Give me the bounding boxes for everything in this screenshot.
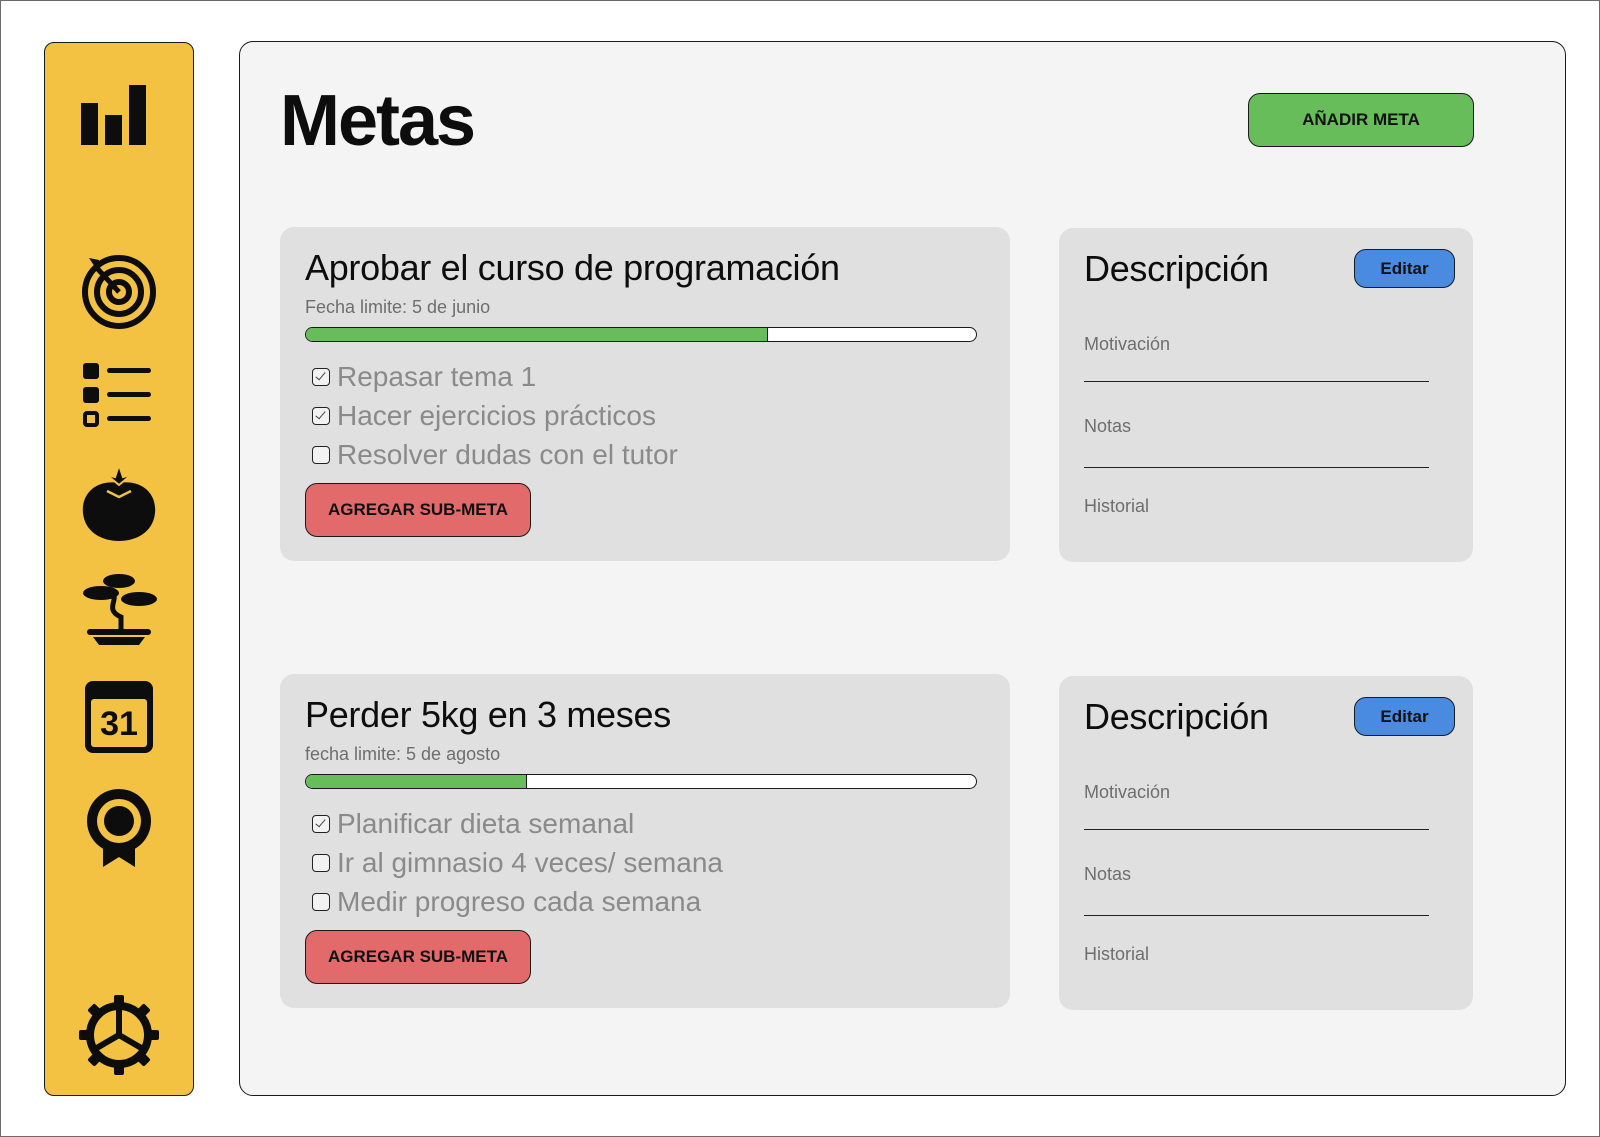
subgoal-checkbox[interactable] [312, 367, 330, 386]
subgoal-label: Hacer ejercicios prácticos [337, 399, 656, 431]
progress-fill [306, 328, 769, 341]
subgoal-checkbox[interactable] [312, 892, 330, 911]
subgoal-list: Repasar tema 1 Hacer ejercicios práctico… [312, 357, 678, 474]
subgoal-label: Ir al gimnasio 4 veces/ semana [337, 846, 723, 878]
description-card: Descripción Editar Motivación Notas Hist… [1059, 228, 1473, 562]
progress-bar [305, 774, 977, 789]
notes-field[interactable] [1084, 915, 1429, 916]
subgoal-label: Medir progreso cada semana [337, 885, 702, 917]
bonsai-icon [83, 574, 157, 645]
history-label[interactable]: Historial [1084, 496, 1149, 517]
add-subgoal-button[interactable]: AGREGAR SUB-META [305, 483, 531, 537]
subgoal-checkbox[interactable] [312, 406, 330, 425]
award-icon [87, 789, 151, 867]
main-panel: Metas AÑADIR META Aprobar el curso de pr… [239, 41, 1566, 1096]
subgoal-item[interactable]: Hacer ejercicios prácticos [312, 396, 678, 435]
sidebar-item-tasks[interactable] [77, 355, 161, 439]
subgoal-label: Resolver dudas con el tutor [337, 438, 678, 470]
description-title: Descripción [1084, 696, 1269, 737]
goal-card: Perder 5kg en 3 meses fecha limite: 5 de… [280, 674, 1010, 1008]
notes-field[interactable] [1084, 467, 1429, 468]
subgoal-list: Planificar dieta semanal Ir al gimnasio … [312, 804, 723, 921]
page-title: Metas [280, 81, 476, 161]
subgoal-item[interactable]: Planificar dieta semanal [312, 804, 723, 843]
sidebar-item-goals[interactable] [77, 248, 161, 332]
history-label[interactable]: Historial [1084, 944, 1149, 965]
tomato-icon [82, 461, 156, 541]
edit-button[interactable]: Editar [1354, 249, 1455, 288]
subgoal-item[interactable]: Repasar tema 1 [312, 357, 678, 396]
calendar-day-text: 31 [100, 705, 138, 743]
description-card: Descripción Editar Motivación Notas Hist… [1059, 676, 1473, 1010]
goal-title: Aprobar el curso de programación [305, 247, 840, 288]
sidebar-item-calendar[interactable]: 31 [77, 675, 161, 759]
subgoal-checkbox[interactable] [312, 445, 330, 464]
list-icon [83, 363, 151, 427]
calendar-icon: 31 [85, 681, 153, 753]
motivation-label: Motivación [1084, 782, 1171, 802]
goal-deadline: fecha limite: 5 de agosto [305, 744, 501, 764]
subgoal-checkbox[interactable] [312, 814, 330, 833]
notes-label: Notas [1084, 416, 1132, 436]
sidebar-item-stats[interactable] [77, 75, 161, 159]
notes-label: Notas [1084, 864, 1132, 884]
bar-chart-icon [81, 85, 146, 145]
sidebar: 31 [44, 42, 194, 1096]
motivation-field[interactable] [1084, 829, 1429, 830]
subgoal-label: Planificar dieta semanal [337, 807, 635, 839]
edit-button[interactable]: Editar [1354, 697, 1455, 736]
description-title: Descripción [1084, 248, 1269, 289]
subgoal-item[interactable]: Resolver dudas con el tutor [312, 435, 678, 474]
sidebar-item-pomodoro[interactable] [77, 461, 161, 545]
sidebar-item-settings[interactable] [77, 993, 161, 1077]
subgoal-checkbox[interactable] [312, 853, 330, 872]
subgoal-label: Repasar tema 1 [337, 360, 537, 392]
sidebar-item-achievements[interactable] [77, 785, 161, 869]
target-icon [82, 255, 156, 329]
sidebar-item-bonsai[interactable] [77, 569, 161, 653]
add-subgoal-button[interactable]: AGREGAR SUB-META [305, 930, 531, 984]
progress-fill [306, 775, 528, 788]
goal-deadline: Fecha limite: 5 de junio [305, 297, 491, 317]
motivation-field[interactable] [1084, 381, 1429, 382]
goal-card: Aprobar el curso de programación Fecha l… [280, 227, 1010, 561]
progress-bar [305, 327, 977, 342]
subgoal-item[interactable]: Medir progreso cada semana [312, 882, 723, 921]
subgoal-item[interactable]: Ir al gimnasio 4 veces/ semana [312, 843, 723, 882]
goal-title: Perder 5kg en 3 meses [305, 694, 671, 735]
add-goal-button[interactable]: AÑADIR META [1248, 93, 1474, 147]
motivation-label: Motivación [1084, 334, 1171, 354]
gear-icon [79, 995, 159, 1075]
